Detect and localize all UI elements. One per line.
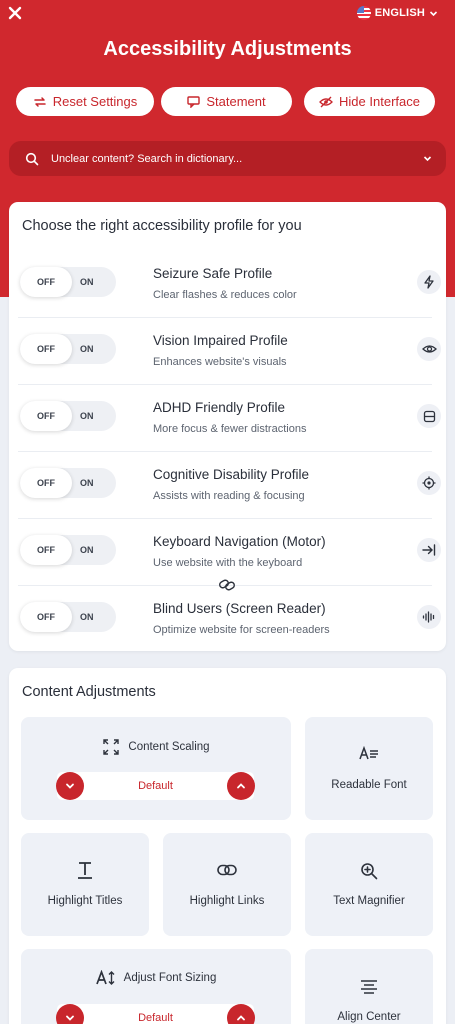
align-center-icon	[305, 979, 433, 995]
focus-box-icon	[417, 404, 441, 428]
align-center-tile[interactable]: Align Center	[305, 949, 433, 1024]
lightning-icon	[417, 270, 441, 294]
toggle-off-label: OFF	[20, 334, 72, 364]
highlight-titles-label: Highlight Titles	[47, 895, 123, 907]
dictionary-search[interactable]: Unclear content? Search in dictionary...	[9, 141, 446, 176]
highlight-links-tile[interactable]: Highlight Links	[163, 833, 291, 936]
toggle-off-label: OFF	[20, 468, 72, 498]
profile-description: More focus & fewer distractions	[153, 423, 307, 435]
profile-description: Use website with the keyboard	[153, 557, 303, 569]
profiles-card-title: Choose the right accessibility profile f…	[22, 218, 302, 234]
profile-row-blind-users: OFF ON Blind Users (Screen Reader) Optim…	[18, 586, 441, 653]
chevron-down-icon	[66, 1015, 74, 1021]
toggle-on-label: ON	[80, 612, 94, 622]
readable-font-tile[interactable]: Readable Font	[305, 717, 433, 820]
toggle-on-label: ON	[80, 277, 94, 287]
close-button[interactable]	[4, 2, 26, 24]
decrease-button[interactable]	[56, 772, 84, 800]
highlight-titles-tile[interactable]: Highlight Titles	[21, 833, 149, 936]
adjust-font-sizing-label: Adjust Font Sizing	[123, 972, 217, 984]
profile-description: Assists with reading & focusing	[153, 490, 305, 502]
align-center-label: Align Center	[337, 1011, 401, 1023]
increase-button[interactable]	[227, 1004, 255, 1024]
profile-toggle[interactable]: OFF ON	[20, 602, 116, 632]
profile-toggle[interactable]: OFF ON	[20, 401, 116, 431]
chevron-down-icon	[429, 10, 438, 16]
profile-name: ADHD Friendly Profile	[153, 400, 286, 415]
search-placeholder: Unclear content? Search in dictionary...	[51, 152, 243, 165]
readable-font-label: Readable Font	[331, 779, 407, 791]
font-sizing-value: Default	[138, 1012, 173, 1024]
statement-label: Statement	[206, 94, 266, 109]
font-size-icon	[95, 970, 115, 985]
statement-button[interactable]: Statement	[161, 87, 292, 116]
content-scaling-label: Content Scaling	[128, 741, 210, 753]
increase-button[interactable]	[227, 772, 255, 800]
chevron-down-icon	[423, 156, 432, 162]
readable-font-icon	[305, 746, 433, 760]
toggle-off-label: OFF	[20, 602, 72, 632]
profile-name: Vision Impaired Profile	[153, 333, 288, 348]
chevron-up-icon	[237, 1015, 245, 1021]
target-icon	[417, 471, 441, 495]
eye-icon	[417, 337, 441, 361]
toggle-off-label: OFF	[20, 401, 72, 431]
chevron-down-icon	[66, 783, 74, 789]
decrease-button[interactable]	[56, 1004, 84, 1024]
profile-name: Cognitive Disability Profile	[153, 467, 310, 482]
profile-toggle[interactable]: OFF ON	[20, 267, 116, 297]
toggle-on-label: ON	[80, 545, 94, 555]
title-icon	[21, 861, 149, 879]
profile-row-cognitive-disability: OFF ON Cognitive Disability Profile Assi…	[18, 452, 441, 519]
profile-row-keyboard-navigation: OFF ON Keyboard Navigation (Motor) Use w…	[18, 519, 441, 586]
profile-row-vision-impaired: OFF ON Vision Impaired Profile Enhances …	[18, 318, 441, 385]
language-label: ENGLISH	[374, 7, 425, 19]
content-scaling-tile: Content Scaling Default	[21, 717, 291, 820]
profile-row-seizure-safe: OFF ON Seizure Safe Profile Clear flashe…	[18, 251, 441, 318]
reset-settings-button[interactable]: Reset Settings	[16, 87, 154, 116]
text-magnifier-tile[interactable]: Text Magnifier	[305, 833, 433, 936]
toggle-off-label: OFF	[20, 535, 72, 565]
profile-row-adhd-friendly: OFF ON ADHD Friendly Profile More focus …	[18, 385, 441, 452]
text-magnifier-label: Text Magnifier	[333, 895, 405, 907]
toggle-on-label: ON	[80, 344, 94, 354]
profile-name: Blind Users (Screen Reader)	[153, 601, 326, 616]
font-sizing-stepper: Default	[56, 1004, 255, 1024]
profile-name: Keyboard Navigation (Motor)	[153, 534, 326, 549]
magnifier-icon	[305, 862, 433, 880]
eye-off-icon	[319, 96, 333, 107]
close-icon	[8, 6, 22, 20]
us-flag-icon	[356, 6, 371, 20]
link-icon	[163, 864, 291, 876]
audio-wave-icon	[417, 605, 441, 629]
toggle-off-label: OFF	[20, 267, 72, 297]
profile-name: Seizure Safe Profile	[153, 266, 273, 281]
reset-settings-label: Reset Settings	[52, 94, 138, 109]
profile-description: Enhances website's visuals	[153, 356, 287, 368]
chevron-up-icon	[237, 783, 245, 789]
link-icon	[219, 579, 235, 591]
search-icon	[25, 152, 39, 165]
expand-icon	[103, 739, 120, 755]
highlight-links-label: Highlight Links	[189, 895, 265, 907]
profile-description: Clear flashes & reduces color	[153, 289, 297, 301]
page-title: Accessibility Adjustments	[103, 38, 352, 60]
profile-description: Optimize website for screen-readers	[153, 624, 330, 636]
content-adjustments-title: Content Adjustments	[22, 684, 156, 700]
statement-icon	[187, 95, 201, 108]
profile-toggle[interactable]: OFF ON	[20, 535, 116, 565]
toggle-on-label: ON	[80, 411, 94, 421]
hide-interface-button[interactable]: Hide Interface	[304, 87, 435, 116]
toggle-on-label: ON	[80, 478, 94, 488]
hide-interface-label: Hide Interface	[339, 94, 420, 109]
content-adjustments-card: Content Adjustments Content Scaling Defa…	[9, 668, 446, 1024]
adjust-font-sizing-tile: Adjust Font Sizing Default	[21, 949, 291, 1024]
reset-icon	[33, 96, 46, 107]
profile-toggle[interactable]: OFF ON	[20, 334, 116, 364]
content-scaling-stepper: Default	[56, 772, 255, 800]
language-selector[interactable]: ENGLISH	[356, 6, 438, 20]
content-scaling-value: Default	[138, 780, 173, 792]
arrow-to-line-icon	[417, 538, 441, 562]
profile-toggle[interactable]: OFF ON	[20, 468, 116, 498]
